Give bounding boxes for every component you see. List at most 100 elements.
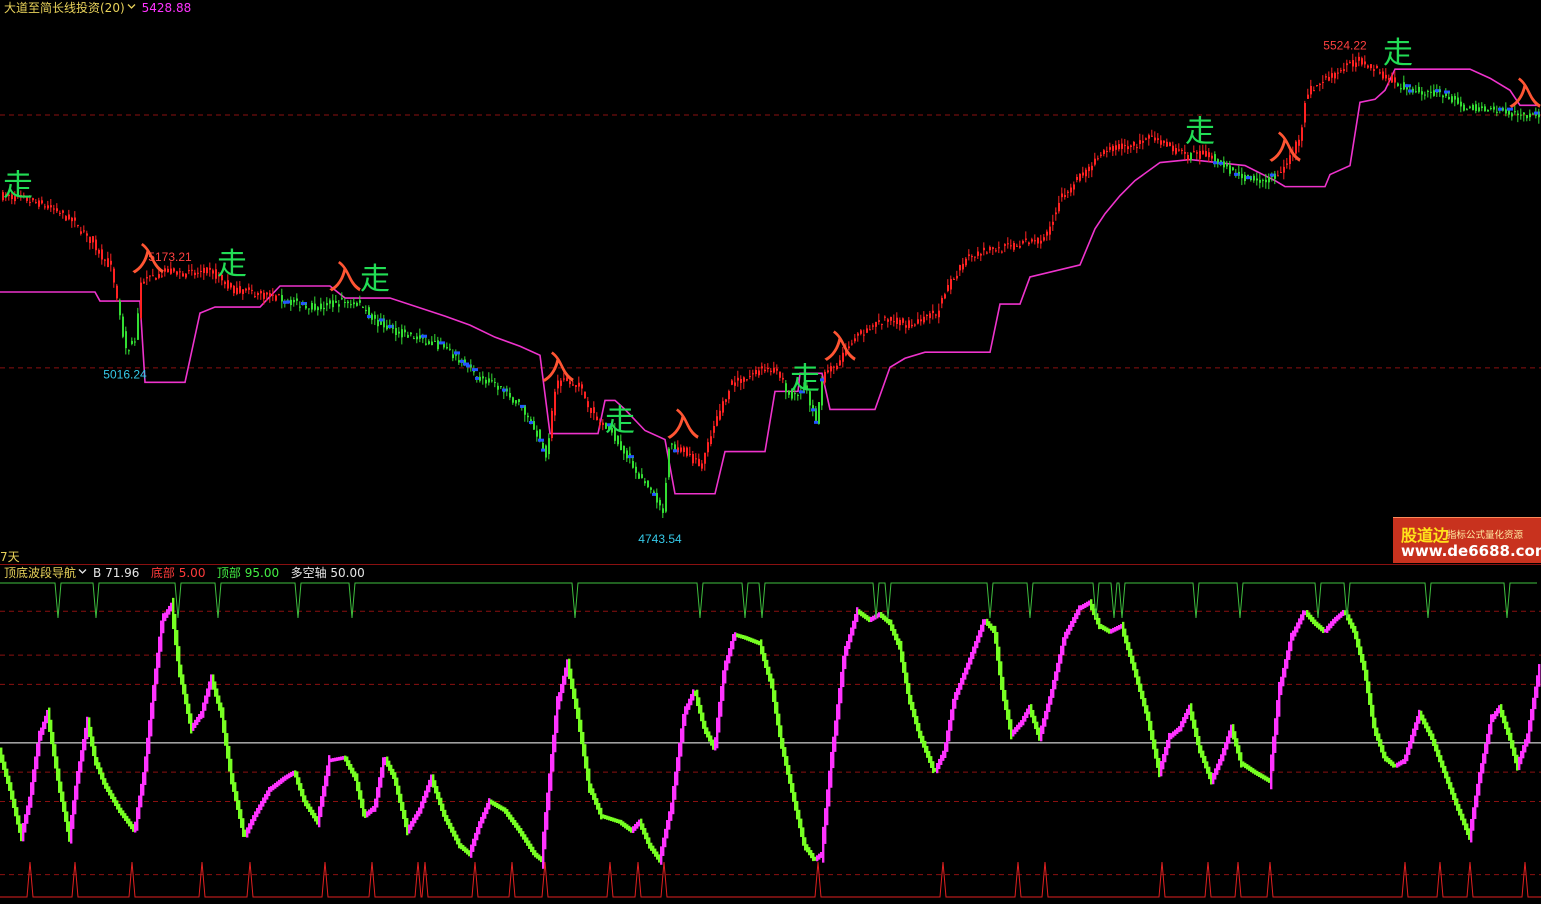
bottom-label: 底部 (150, 566, 175, 580)
candle-body (1505, 109, 1507, 114)
candle-body (1319, 83, 1321, 85)
candle-body (1469, 106, 1471, 108)
candle-body (95, 239, 97, 251)
chevron-down-icon[interactable] (78, 567, 87, 576)
candle-body (344, 301, 346, 303)
candle-body (515, 400, 517, 404)
candle-body (176, 271, 178, 275)
candle-body (914, 324, 916, 326)
candle-body (1379, 72, 1381, 74)
candle-body (1277, 175, 1279, 177)
candle-body (68, 214, 70, 220)
candle-body (1043, 237, 1045, 241)
candle-body (1154, 137, 1156, 141)
candle-body (212, 270, 214, 274)
candle-body (1109, 147, 1111, 150)
candle-body (1226, 163, 1228, 167)
candle-body (491, 380, 493, 382)
watermark-logo[interactable]: 股道边 指标公式量化资源 www.de6688.com (1393, 517, 1541, 563)
axis-label: 多空轴 (290, 566, 327, 580)
candle-body (821, 380, 823, 406)
candle-body (1085, 169, 1087, 177)
indicator-name[interactable]: 大道至简长线投资(20) (4, 1, 125, 15)
candle-body (506, 389, 508, 391)
candle-body (338, 304, 340, 307)
candle-body (254, 296, 256, 298)
candle-body (695, 458, 697, 460)
candle-body (1256, 178, 1258, 181)
candle-body (953, 278, 955, 280)
candle-body (1538, 114, 1540, 118)
blue-marker (454, 351, 460, 355)
candle-body (755, 369, 757, 375)
candle-body (263, 292, 265, 299)
candle-body (1169, 142, 1171, 147)
candle-body (857, 333, 859, 336)
candle-body (452, 354, 454, 359)
candle-body (1388, 77, 1390, 80)
candle-body (512, 397, 514, 403)
candle-body (1418, 86, 1420, 93)
candle-body (125, 331, 127, 349)
candle-body (599, 422, 601, 426)
oscillator-name[interactable]: 顶底波段导航 (4, 566, 76, 580)
candle-body (575, 385, 577, 387)
candle-body (1139, 140, 1141, 144)
candle-body (281, 295, 283, 302)
candle-body (1124, 145, 1126, 147)
candle-body (1121, 143, 1123, 149)
candle-body (200, 270, 202, 272)
oscillator-segment (328, 755, 331, 777)
candle-body (1376, 65, 1378, 69)
candle-body (983, 247, 985, 251)
candle-body (1175, 148, 1177, 154)
candle-body (923, 316, 925, 323)
candle-body (596, 416, 598, 421)
candle-body (887, 319, 889, 322)
chevron-down-icon[interactable] (127, 2, 136, 11)
candle-body (752, 373, 754, 375)
candle-body (578, 382, 580, 387)
candle-body (182, 273, 184, 277)
candle-body (395, 328, 397, 335)
candle-body (1205, 151, 1207, 157)
candle-body (86, 233, 88, 236)
candle-body (173, 268, 175, 272)
candle-body (938, 310, 940, 318)
candle-body (932, 310, 934, 314)
candle-body (1412, 88, 1414, 91)
candle-body (1397, 83, 1399, 86)
candle-body (1208, 152, 1210, 158)
candle-body (644, 481, 646, 484)
candle-body (392, 327, 394, 329)
candle-body (590, 407, 592, 413)
candle-body (662, 508, 664, 513)
candle-body (320, 303, 322, 310)
candle-body (488, 378, 490, 383)
candle-body (248, 287, 250, 290)
candle-body (1526, 115, 1528, 119)
candle-body (581, 384, 583, 389)
candle-body (1049, 226, 1051, 235)
candle-body (1238, 171, 1240, 174)
candle-body (416, 336, 418, 340)
candle-body (551, 410, 553, 439)
candle-body (758, 370, 760, 376)
candle-body (1478, 107, 1480, 112)
candle-body (1016, 245, 1018, 247)
candle-body (746, 379, 748, 381)
candle-body (326, 303, 328, 306)
candle-body (170, 268, 172, 274)
sell-signal: 走 (605, 404, 635, 439)
b-value: 71.96 (105, 566, 140, 580)
candle-body (536, 430, 538, 437)
candle-body (1067, 191, 1069, 193)
candle-body (410, 332, 412, 335)
candle-body (1427, 90, 1429, 92)
candle-body (401, 329, 403, 338)
candle-body (1343, 69, 1345, 71)
candle-body (893, 321, 895, 323)
candle-body (437, 340, 439, 350)
candle-body (71, 217, 73, 222)
candle-body (680, 447, 682, 452)
